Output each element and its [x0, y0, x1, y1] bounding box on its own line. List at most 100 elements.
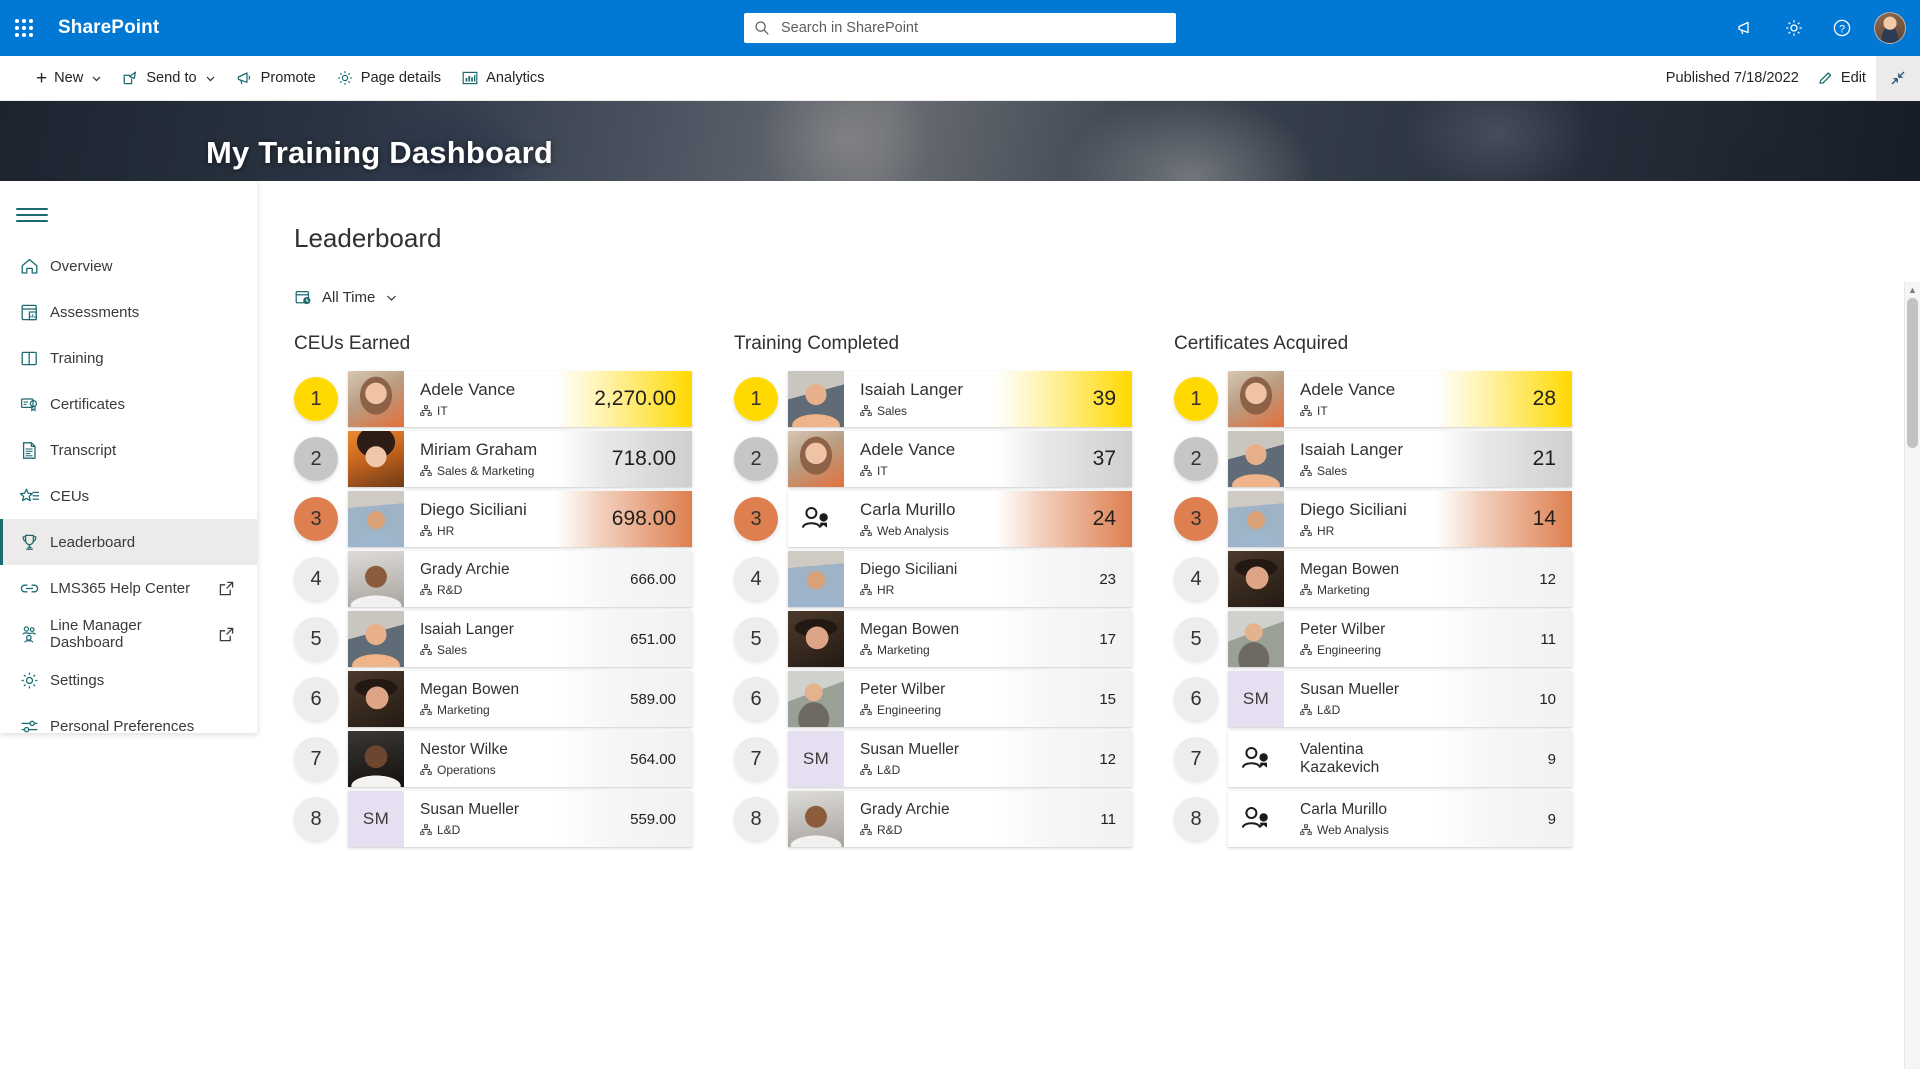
avatar-photo [788, 611, 844, 667]
leaderboard-card[interactable]: Carla Murillo Web Analysis 24 [788, 491, 1132, 547]
search-input[interactable] [779, 19, 1166, 37]
department-label: Sales & Marketing [437, 464, 535, 479]
leaderboard-row[interactable]: 2 Miriam Graham Sales & Marketing 718.00 [294, 429, 692, 489]
leaderboard-row[interactable]: 6 Megan Bowen Marketing 589.00 [294, 669, 692, 729]
department-label: Operations [437, 763, 496, 778]
app-launcher-icon[interactable] [0, 0, 48, 56]
leaderboard-row[interactable]: 4 Megan Bowen Marketing 12 [1174, 549, 1572, 609]
leaderboard-row[interactable]: 3 Diego Siciliani HR 698.00 [294, 489, 692, 549]
analytics-button[interactable]: Analytics [451, 56, 554, 101]
sidebar: Overview Assessments Training Certificates T… [0, 181, 258, 735]
leaderboard-row[interactable]: 1 Adele Vance IT 2,270.00 [294, 369, 692, 429]
score-value: 39 [1092, 387, 1116, 410]
sidebar-item-assessments[interactable]: Assessments [0, 289, 257, 335]
leaderboard-card[interactable]: Nestor Wilke Operations 564.00 [348, 731, 692, 787]
leaderboard-row[interactable]: 1 Isaiah Langer Sales 39 [734, 369, 1132, 429]
leaderboard-card[interactable]: Diego Siciliani HR 698.00 [348, 491, 692, 547]
person-name: Valentina Kazakevich [1300, 741, 1380, 776]
sidebar-item-line-manager-dashboard[interactable]: Line Manager Dashboard [0, 611, 257, 657]
leaderboard-row[interactable]: 8 Carla Murillo Web Analysis 9 [1174, 789, 1572, 849]
leaderboard-card[interactable]: Megan Bowen Marketing 17 [788, 611, 1132, 667]
help-icon[interactable]: ? [1818, 4, 1866, 52]
page-details-button[interactable]: Page details [326, 56, 451, 101]
leaderboard-row[interactable]: 5 Peter Wilber Engineering 11 [1174, 609, 1572, 669]
leaderboard-row[interactable]: 8 SM Susan Mueller L&D 559.00 [294, 789, 692, 849]
leaderboard-row[interactable]: 4 Diego Siciliani HR 23 [734, 549, 1132, 609]
leaderboard-row[interactable]: 3 Carla Murillo Web Analysis 24 [734, 489, 1132, 549]
sidebar-item-transcript[interactable]: Transcript [0, 427, 257, 473]
send-to-button[interactable]: Send to [112, 56, 225, 101]
leaderboard-row[interactable]: 5 Isaiah Langer Sales 651.00 [294, 609, 692, 669]
sidebar-item-training[interactable]: Training [0, 335, 257, 381]
scrollbar-thumb[interactable] [1907, 298, 1918, 448]
leaderboard-card[interactable]: SM Susan Mueller L&D 10 [1228, 671, 1572, 727]
gear-icon[interactable] [1770, 4, 1818, 52]
leaderboard-card[interactable]: Peter Wilber Engineering 11 [1228, 611, 1572, 667]
leaderboard-card[interactable]: Peter Wilber Engineering 15 [788, 671, 1132, 727]
megaphone-icon[interactable] [1722, 4, 1770, 52]
sidebar-item-ceus[interactable]: CEUs [0, 473, 257, 519]
department-label: L&D [1317, 703, 1341, 718]
leaderboard-card[interactable]: Megan Bowen Marketing 589.00 [348, 671, 692, 727]
avatar[interactable] [1866, 0, 1914, 56]
time-range-filter[interactable]: All Time [294, 288, 398, 307]
leaderboard-row[interactable]: 8 Grady Archie R&D 11 [734, 789, 1132, 849]
org-chart-icon [860, 405, 872, 417]
sidebar-item-settings[interactable]: Settings [0, 657, 257, 703]
leaderboard-card[interactable]: Adele Vance IT 37 [788, 431, 1132, 487]
leaderboard-row[interactable]: 6 Peter Wilber Engineering 15 [734, 669, 1132, 729]
vertical-scrollbar[interactable]: ▲ ▼ [1904, 282, 1920, 1069]
avatar-photo [788, 791, 844, 847]
department: L&D [860, 763, 996, 777]
sidebar-item-certificates[interactable]: Certificates [0, 381, 257, 427]
leaderboard-row[interactable]: 7 SM Susan Mueller L&D 12 [734, 729, 1132, 789]
search-box[interactable] [744, 13, 1176, 43]
leaderboard-card[interactable]: Adele Vance IT 28 [1228, 371, 1572, 427]
department-label: L&D [877, 763, 901, 778]
leaderboard-row[interactable]: 4 Grady Archie R&D 666.00 [294, 549, 692, 609]
leaderboard-card[interactable]: Grady Archie R&D 11 [788, 791, 1132, 847]
leaderboard-row[interactable]: 2 Adele Vance IT 37 [734, 429, 1132, 489]
leaderboard-card[interactable]: Grady Archie R&D 666.00 [348, 551, 692, 607]
hero-banner: My Training Dashboard [0, 101, 1920, 181]
person-name: Diego Siciliani [1300, 499, 1407, 519]
leaderboard-card[interactable]: Isaiah Langer Sales 39 [788, 371, 1132, 427]
leaderboard-row[interactable]: 7 Valentina Kazakevich 9 [1174, 729, 1572, 789]
sidebar-item-overview[interactable]: Overview [0, 243, 257, 289]
sidebar-item-leaderboard[interactable]: Leaderboard [0, 519, 257, 565]
leaderboard-row[interactable]: 7 Nestor Wilke Operations 564.00 [294, 729, 692, 789]
leaderboard-row[interactable]: 2 Isaiah Langer Sales 21 [1174, 429, 1572, 489]
score-value: 718.00 [611, 447, 676, 470]
send-to-icon [122, 70, 139, 87]
leaderboard-card[interactable]: Isaiah Langer Sales 651.00 [348, 611, 692, 667]
leaderboard-row[interactable]: 6 SM Susan Mueller L&D 10 [1174, 669, 1572, 729]
leaderboard-card[interactable]: Diego Siciliani HR 23 [788, 551, 1132, 607]
new-button[interactable]: + New [26, 56, 112, 101]
leaderboard-row[interactable]: 3 Diego Siciliani HR 14 [1174, 489, 1572, 549]
leaderboard-card[interactable]: Miriam Graham Sales & Marketing 718.00 [348, 431, 692, 487]
leaderboard-card[interactable]: SM Susan Mueller L&D 559.00 [348, 791, 692, 847]
leaderboard-card[interactable]: SM Susan Mueller L&D 12 [788, 731, 1132, 787]
brand-label[interactable]: SharePoint [58, 17, 159, 39]
leaderboard-row[interactable]: 1 Adele Vance IT 28 [1174, 369, 1572, 429]
leaderboard-row[interactable]: 5 Megan Bowen Marketing 17 [734, 609, 1132, 669]
rank-badge: 5 [734, 617, 778, 661]
sidebar-item-lms365-help-center[interactable]: LMS365 Help Center [0, 565, 257, 611]
chevron-down-icon [91, 73, 102, 84]
promote-button[interactable]: Promote [226, 56, 326, 101]
collapse-icon[interactable] [1876, 55, 1920, 101]
org-chart-icon [1300, 465, 1312, 477]
leaderboard-card[interactable]: Carla Murillo Web Analysis 9 [1228, 791, 1572, 847]
sidebar-item-personal-preferences[interactable]: Personal Preferences [0, 703, 257, 749]
hamburger-icon[interactable] [12, 193, 52, 237]
edit-button[interactable]: Edit [1817, 70, 1866, 87]
avatar-photo [348, 431, 404, 487]
leaderboard-card[interactable]: Isaiah Langer Sales 21 [1228, 431, 1572, 487]
leaderboard-card[interactable]: Megan Bowen Marketing 12 [1228, 551, 1572, 607]
leaderboard-card[interactable]: Adele Vance IT 2,270.00 [348, 371, 692, 427]
leaderboard-card[interactable]: Diego Siciliani HR 14 [1228, 491, 1572, 547]
department: Marketing [860, 643, 996, 657]
leaderboard-card[interactable]: Valentina Kazakevich 9 [1228, 731, 1572, 787]
scroll-up-arrow[interactable]: ▲ [1905, 282, 1920, 298]
leaderboard-person: Adele Vance IT [404, 371, 556, 427]
